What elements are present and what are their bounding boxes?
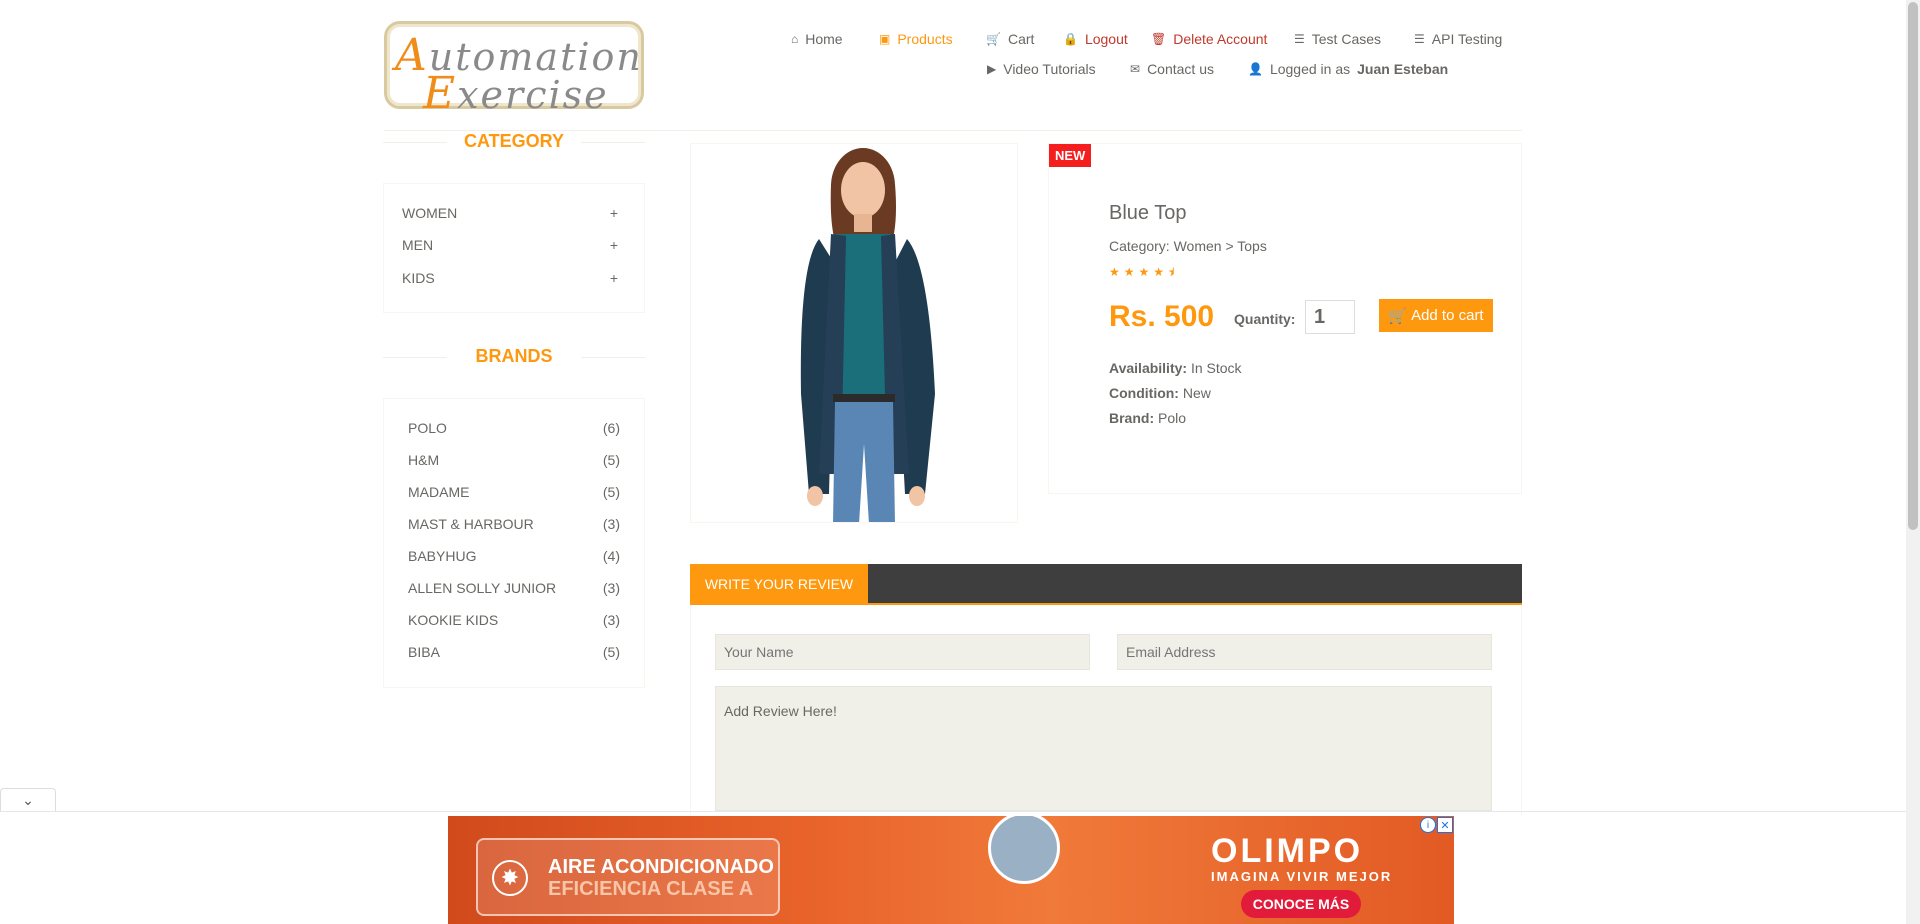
brand: Brand: Polo [1109, 410, 1187, 426]
cart-icon: 🛒 [1388, 307, 1408, 325]
advertisement-banner[interactable]: ✸ AIRE ACONDICIONADO EFICIENCIA CLASE A … [448, 816, 1454, 924]
lock-icon: 🔒 [1063, 32, 1078, 46]
brand-item[interactable]: ALLEN SOLLY JUNIOR (3) [408, 580, 620, 596]
brand-item[interactable]: BABYHUG (4) [408, 548, 620, 564]
review-email-input[interactable] [1117, 634, 1492, 670]
plus-icon[interactable]: + [610, 270, 618, 286]
brand-item[interactable]: BIBA (5) [408, 644, 620, 660]
nav-cart[interactable]: 🛒 Cart [986, 31, 1034, 47]
brand-item[interactable]: H&M (5) [408, 452, 620, 468]
logged-in-user: 👤 Logged in as Juan Esteban [1248, 61, 1449, 77]
new-badge: NEW [1049, 144, 1092, 167]
ad-brand-logo: OLIMPO [1211, 832, 1364, 870]
brand-item[interactable]: POLO (6) [408, 420, 620, 436]
product-image [690, 143, 1018, 523]
brand-item[interactable]: MADAME (5) [408, 484, 620, 500]
category-title: CATEGORY [383, 131, 645, 152]
list-icon: ☰ [1414, 32, 1425, 46]
trash-icon: 🗑 [1151, 32, 1167, 46]
product-name: Blue Top [1109, 202, 1187, 224]
rating-stars-icon: ★★★★⯨ [1109, 265, 1179, 279]
sun-icon: ✸ [492, 860, 528, 896]
product-price: Rs. 500 [1109, 300, 1215, 333]
review-textarea[interactable]: Add Review Here! [715, 686, 1492, 811]
tab-write-review[interactable]: WRITE YOUR REVIEW [690, 564, 868, 603]
ad-cta-button[interactable]: CONOCE MÁS [1241, 890, 1361, 918]
cart-icon: 🛒 [986, 32, 1001, 46]
user-icon: 👤 [1248, 62, 1263, 76]
list-icon: ☰ [1294, 32, 1305, 46]
review-name-input[interactable] [715, 634, 1090, 670]
ad-info-icon[interactable]: i [1420, 817, 1436, 833]
youtube-icon: ▶ [987, 62, 997, 76]
nav-test-cases[interactable]: ☰ Test Cases [1294, 31, 1381, 47]
woman-product-illustration [800, 148, 935, 522]
brand-item[interactable]: KOOKIE KIDS (3) [408, 612, 620, 628]
nav-contact-us[interactable]: ✉ Contact us [1130, 61, 1214, 77]
ad-left-box: ✸ AIRE ACONDICIONADO EFICIENCIA CLASE A [476, 838, 780, 916]
products-icon: ▣ [879, 32, 891, 46]
site-logo[interactable]: Automation Exercise [384, 21, 644, 119]
brands-title: BRANDS [383, 346, 645, 367]
quantity-input[interactable] [1305, 300, 1355, 334]
brands-panel: POLO (6) H&M (5) MADAME (5) MAST & HARBOUR(… [383, 398, 645, 688]
home-icon: ⌂ [791, 32, 799, 46]
quantity-label: Quantity: [1234, 311, 1296, 327]
ad-window-image [988, 816, 1060, 884]
category-women[interactable]: WOMEN + [402, 205, 618, 221]
nav-delete-account[interactable]: 🗑 Delete Account [1151, 31, 1267, 47]
envelope-icon: ✉ [1130, 62, 1141, 76]
condition: Condition: New [1109, 385, 1211, 401]
availability: Availability: In Stock [1109, 360, 1242, 376]
ad-slogan: IMAGINA VIVIR MEJOR [1211, 869, 1393, 884]
category-kids[interactable]: KIDS + [402, 270, 618, 286]
product-category: Category: Women > Tops [1109, 238, 1267, 254]
ad-close-icon[interactable]: ✕ [1437, 817, 1453, 833]
chevron-down-icon: ⌄ [22, 791, 34, 808]
plus-icon[interactable]: + [610, 237, 618, 253]
nav-api-testing[interactable]: ☰ API Testing [1414, 31, 1502, 47]
nav-video-tutorials[interactable]: ▶ Video Tutorials [987, 61, 1096, 77]
add-to-cart-button[interactable]: 🛒 Add to cart [1379, 299, 1493, 332]
category-men[interactable]: MEN + [402, 237, 618, 253]
plus-icon[interactable]: + [610, 205, 618, 221]
scrollbar-thumb[interactable] [1908, 2, 1918, 530]
brand-item[interactable]: MAST & HARBOUR (3) [408, 516, 620, 532]
nav-logout[interactable]: 🔒 Logout [1063, 31, 1128, 47]
ad-divider [0, 811, 1906, 812]
category-panel: WOMEN + MEN + KIDS + [383, 183, 645, 313]
ad-collapse-button[interactable]: ⌄ [0, 788, 56, 811]
nav-products[interactable]: ▣ Products [879, 31, 953, 47]
nav-home[interactable]: ⌂ Home [791, 31, 843, 47]
